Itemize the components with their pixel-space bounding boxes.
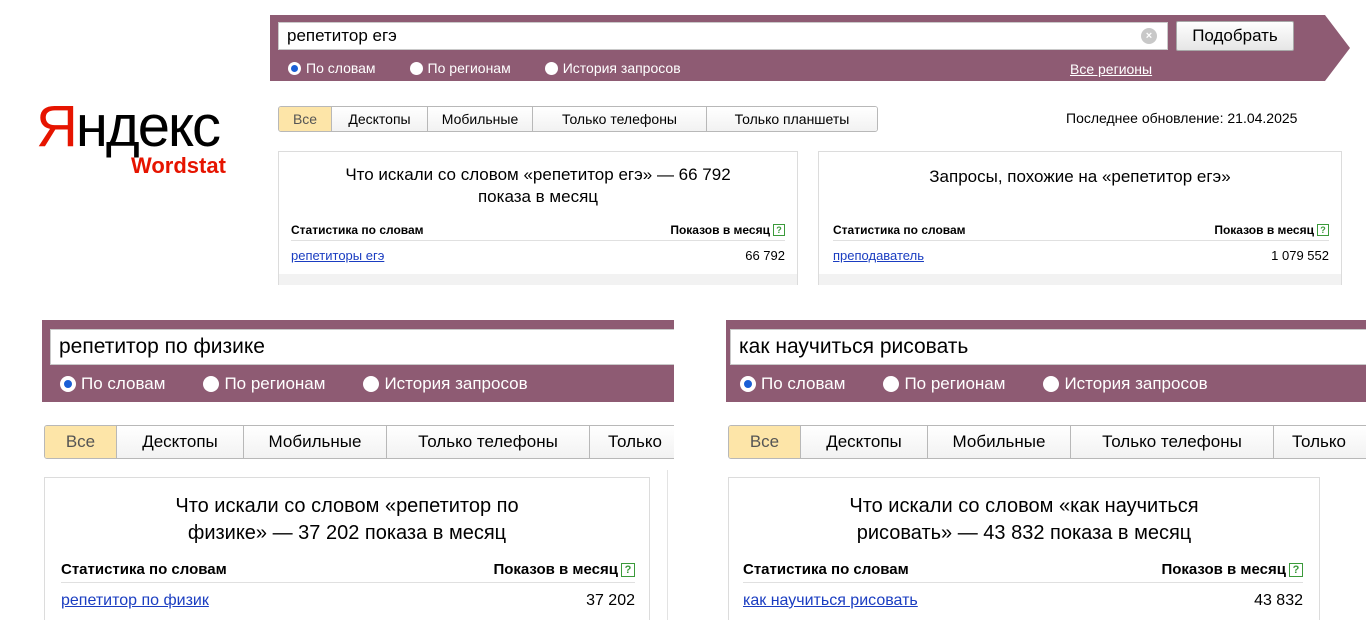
search-mode-radios: По словам По регионам История запросов xyxy=(60,373,528,395)
tab-desktops[interactable]: Десктопы xyxy=(801,426,928,458)
table-header: Статистика по словам Показов в месяц? xyxy=(291,223,785,241)
panel-repetitor-ege: репетитор егэ × Подобрать По словам По р… xyxy=(270,15,1366,285)
phrase-link[interactable]: преподаватель xyxy=(833,248,924,263)
stats-by-words-box: Что искали со словом «репетитор по физик… xyxy=(44,477,650,620)
help-icon[interactable]: ? xyxy=(621,563,635,577)
table-header: Статистика по словам Показов в месяц? xyxy=(833,223,1329,241)
radio-by-regions[interactable]: По регионам xyxy=(883,374,1005,394)
radio-history[interactable]: История запросов xyxy=(363,374,528,394)
radio-icon xyxy=(544,61,558,75)
device-tabs: Все Десктопы Мобильные Только телефоны Т… xyxy=(728,425,1366,459)
box-title: Запросы, похожие на «репетитор егэ» xyxy=(929,167,1231,186)
tab-phones-only[interactable]: Только телефоны xyxy=(1071,426,1274,458)
radio-icon xyxy=(1043,376,1060,392)
panel-kak-nauchitsya-risovat: как научиться рисовать По словам По реги… xyxy=(726,320,1366,620)
help-icon[interactable]: ? xyxy=(1317,224,1329,236)
tab-all[interactable]: Все xyxy=(279,107,332,131)
all-regions-link[interactable]: Все регионы xyxy=(1070,61,1152,77)
table-header: Статистика по словам Показов в месяц? xyxy=(743,561,1303,583)
stats-by-words-box: Что искали со словом «как научиться рисо… xyxy=(728,477,1320,620)
radio-icon xyxy=(409,61,423,75)
tab-phones-only[interactable]: Только телефоны xyxy=(533,107,707,131)
row-shade xyxy=(279,274,797,285)
row-shade xyxy=(819,274,1341,285)
box-title: Что искали со словом «репетитор егэ» — 6… xyxy=(345,165,731,206)
radio-history[interactable]: История запросов xyxy=(1043,374,1208,394)
help-icon[interactable]: ? xyxy=(773,224,785,236)
tab-mobile[interactable]: Мобильные xyxy=(244,426,387,458)
phrase-link[interactable]: репетитор по физик xyxy=(61,592,209,610)
screenshot-collage: Яндекс Wordstat репетитор егэ × Подобрат… xyxy=(0,0,1366,633)
tab-all[interactable]: Все xyxy=(729,426,801,458)
tab-all[interactable]: Все xyxy=(45,426,117,458)
yandex-wordmark: Яндекс xyxy=(36,94,221,159)
table-row: репетитор по физик 37 202 xyxy=(61,592,635,610)
radio-icon xyxy=(883,376,900,392)
stats-by-words-box: Что искали со словом «репетитор егэ» — 6… xyxy=(278,151,798,285)
search-input[interactable]: репетитор егэ × xyxy=(278,22,1168,50)
last-update-text: Последнее обновление: 21.04.2025 xyxy=(1066,110,1298,126)
count-value: 37 202 xyxy=(586,592,635,609)
device-tabs: Все Десктопы Мобильные Только телефоны Т… xyxy=(278,106,878,132)
find-button[interactable]: Подобрать xyxy=(1176,21,1294,51)
tab-mobile[interactable]: Мобильные xyxy=(928,426,1071,458)
table-header: Статистика по словам Показов в месяц? xyxy=(61,561,635,583)
search-mode-radios: По словам По регионам История запросов xyxy=(740,373,1208,395)
radio-icon xyxy=(203,376,220,392)
table-row: репетиторы егэ 66 792 xyxy=(291,248,785,263)
wordstat-wordmark: Wordstat xyxy=(131,153,226,178)
tab-desktops[interactable]: Десктопы xyxy=(117,426,244,458)
box-title: Что искали со словом «репетитор по физик… xyxy=(175,495,519,544)
table-row: преподаватель 1 079 552 xyxy=(833,248,1329,263)
search-input[interactable]: как научиться рисовать xyxy=(730,329,1366,365)
help-icon[interactable]: ? xyxy=(1289,563,1303,577)
search-input[interactable]: репетитор по физике xyxy=(50,329,674,365)
clear-icon[interactable]: × xyxy=(1141,28,1157,44)
count-value: 1 079 552 xyxy=(1271,248,1329,263)
count-value: 43 832 xyxy=(1254,592,1303,609)
similar-queries-box: Запросы, похожие на «репетитор егэ» Стат… xyxy=(818,151,1342,285)
tab-tablets-only[interactable]: Только xyxy=(590,426,674,458)
radio-by-regions[interactable]: По регионам xyxy=(409,60,511,76)
radio-by-words[interactable]: По словам xyxy=(740,374,845,394)
radio-history[interactable]: История запросов xyxy=(544,60,681,76)
tab-tablets-only[interactable]: Только xyxy=(1274,426,1366,458)
box-title: Что искали со словом «как научиться рисо… xyxy=(849,495,1199,544)
radio-by-words[interactable]: По словам xyxy=(60,374,165,394)
phrase-link[interactable]: репетиторы егэ xyxy=(291,248,384,263)
radio-icon xyxy=(363,376,380,392)
radio-selected-icon xyxy=(288,61,301,75)
tab-mobile[interactable]: Мобильные xyxy=(428,107,533,131)
radio-by-regions[interactable]: По регионам xyxy=(203,374,325,394)
column-divider xyxy=(667,470,668,620)
phrase-link[interactable]: как научиться рисовать xyxy=(743,592,918,610)
tab-tablets-only[interactable]: Только планшеты xyxy=(707,107,877,131)
yandex-wordstat-logo[interactable]: Яндекс Wordstat xyxy=(36,95,261,190)
radio-selected-icon xyxy=(740,376,756,392)
tab-desktops[interactable]: Десктопы xyxy=(332,107,428,131)
device-tabs: Все Десктопы Мобильные Только телефоны Т… xyxy=(44,425,674,459)
table-row: как научиться рисовать 43 832 xyxy=(743,592,1303,610)
radio-by-words[interactable]: По словам xyxy=(288,60,376,76)
panel-repetitor-fizika: репетитор по физике По словам По региона… xyxy=(42,320,674,620)
count-value: 66 792 xyxy=(745,248,785,263)
search-mode-radios: По словам По регионам История запросов xyxy=(288,59,681,77)
tab-phones-only[interactable]: Только телефоны xyxy=(387,426,590,458)
radio-selected-icon xyxy=(60,376,76,392)
